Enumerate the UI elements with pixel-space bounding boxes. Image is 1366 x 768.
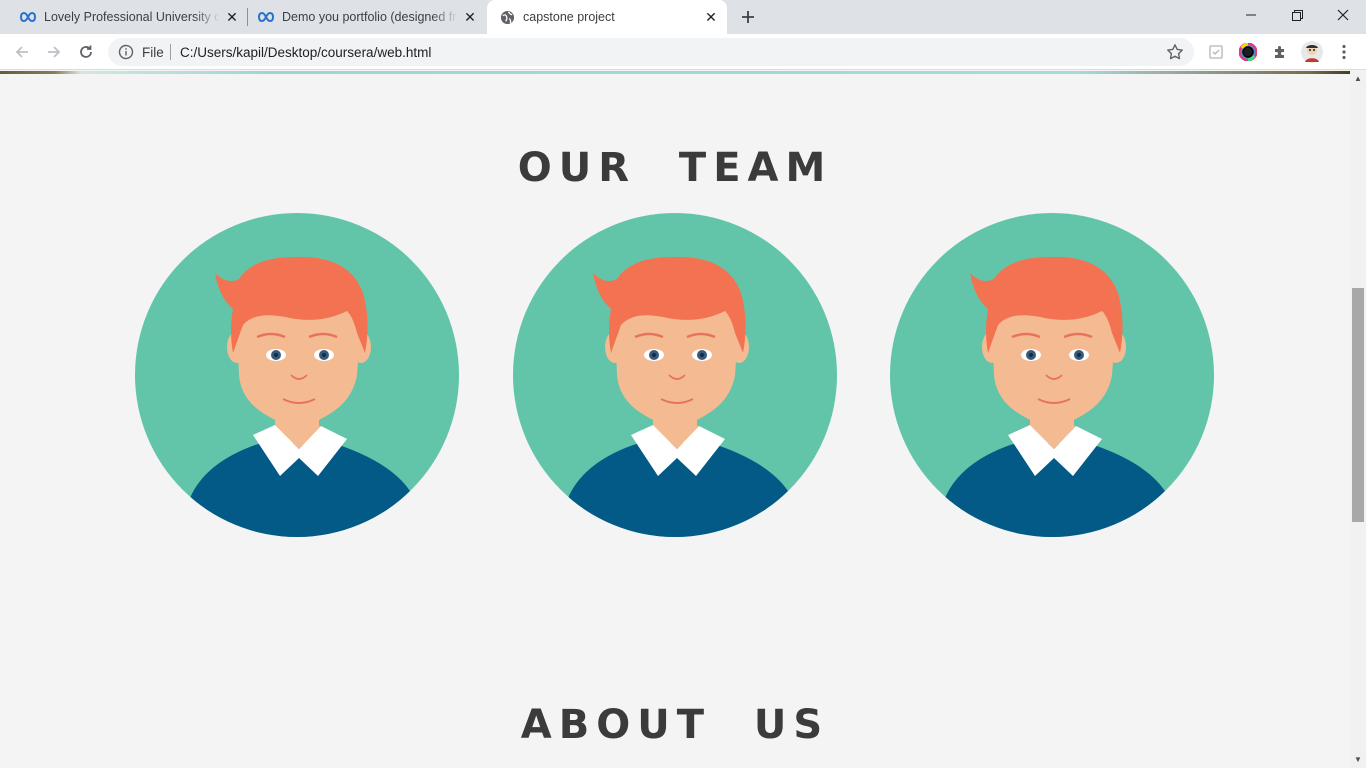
chrome-menu-icon[interactable] xyxy=(1334,42,1354,62)
page-scrollbar[interactable]: ▲ ▼ xyxy=(1350,71,1366,768)
team-member-avatar xyxy=(513,213,837,537)
browser-toolbar: File C:/Users/kapil/Desktop/coursera/web… xyxy=(0,34,1366,70)
close-tab-icon[interactable]: ✕ xyxy=(462,9,478,25)
address-bar[interactable]: File C:/Users/kapil/Desktop/coursera/web… xyxy=(108,38,1194,66)
tab-lpu[interactable]: Lovely Professional University on ✕ xyxy=(0,0,248,34)
close-tab-icon[interactable]: ✕ xyxy=(224,9,240,25)
scroll-up-arrow-icon[interactable]: ▲ xyxy=(1353,73,1363,83)
team-member-avatar xyxy=(890,213,1214,537)
about-us-heading: ABOUT US xyxy=(520,702,830,748)
page-viewport: OUR TEAM ABOUT US xyxy=(0,71,1350,768)
scroll-down-arrow-icon[interactable]: ▼ xyxy=(1353,754,1363,764)
forward-button[interactable] xyxy=(40,38,68,66)
back-arrow-icon xyxy=(15,46,28,58)
our-team-heading: OUR TEAM xyxy=(517,145,833,191)
reload-button[interactable] xyxy=(72,38,100,66)
coursera-infinity-icon xyxy=(258,9,274,25)
plus-icon xyxy=(742,11,754,23)
tab-capstone-project[interactable]: capstone project ✕ xyxy=(487,0,727,34)
close-window-button[interactable] xyxy=(1320,0,1366,30)
address-divider xyxy=(170,44,171,60)
coursera-infinity-icon xyxy=(20,9,36,25)
scrollbar-thumb[interactable] xyxy=(1352,288,1364,522)
male-avatar-illustration xyxy=(135,213,459,537)
reload-icon xyxy=(80,45,92,58)
new-tab-button[interactable] xyxy=(736,5,760,29)
globe-icon xyxy=(499,9,515,25)
minimize-icon xyxy=(1246,14,1256,16)
close-icon xyxy=(1337,9,1349,21)
site-info-icon[interactable] xyxy=(118,44,134,60)
url-text[interactable]: C:/Users/kapil/Desktop/coursera/web.html xyxy=(180,45,431,60)
male-avatar-illustration xyxy=(513,213,837,537)
minimize-button[interactable] xyxy=(1228,0,1274,30)
bookmark-star-icon[interactable] xyxy=(1166,43,1184,61)
extension-color-wheel-icon[interactable] xyxy=(1238,42,1258,62)
previous-section-banner-edge xyxy=(0,71,1350,74)
close-tab-icon[interactable]: ✕ xyxy=(703,9,719,25)
extension-clipboard-icon[interactable] xyxy=(1206,42,1226,62)
tab-title: Demo you portfolio (designed fro xyxy=(282,10,458,24)
tab-title: Lovely Professional University on xyxy=(44,10,220,24)
male-avatar-illustration xyxy=(890,213,1214,537)
tab-strip: Lovely Professional University on ✕ Demo… xyxy=(0,0,1366,34)
forward-arrow-icon xyxy=(48,46,61,58)
profile-avatar[interactable] xyxy=(1300,40,1324,64)
restore-icon xyxy=(1291,9,1303,21)
tab-title: capstone project xyxy=(523,10,615,24)
team-member-avatar xyxy=(135,213,459,537)
scheme-label: File xyxy=(142,45,164,60)
back-button[interactable] xyxy=(8,38,36,66)
extensions-puzzle-icon[interactable] xyxy=(1270,42,1290,62)
restore-button[interactable] xyxy=(1274,0,1320,30)
tab-demo-portfolio[interactable]: Demo you portfolio (designed fro ✕ xyxy=(248,0,486,34)
